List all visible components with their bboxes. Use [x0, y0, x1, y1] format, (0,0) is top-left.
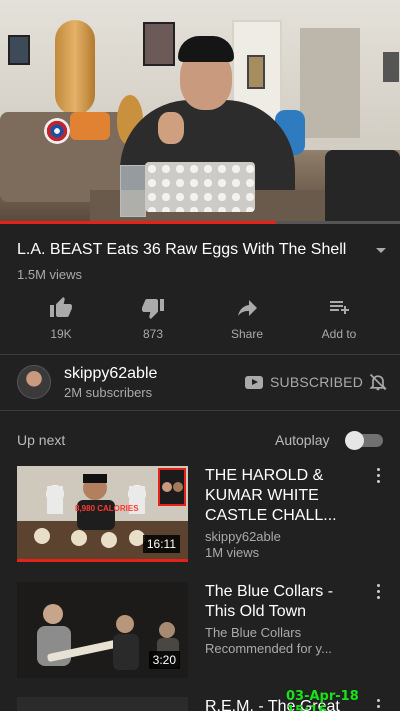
- channel-name[interactable]: skippy62able: [64, 365, 157, 383]
- channel-row: skippy62able 2M subscribers SUBSCRIBED: [0, 356, 400, 410]
- more-options-icon[interactable]: [372, 468, 384, 486]
- thumbs-down-icon: [142, 299, 164, 319]
- action-bar: 19K 873 Share Add to: [0, 296, 400, 344]
- add-to-label: Add to: [321, 327, 357, 341]
- add-to-playlist-icon: [330, 301, 349, 314]
- list-item-views: 1M views: [205, 545, 260, 560]
- timestamp-overlay: 03-Apr-18 15:16: [286, 689, 359, 711]
- subscribed-button[interactable]: SUBSCRIBED: [245, 373, 363, 391]
- list-item-title: THE HAROLD & KUMAR WHITE CASTLE CHALL...: [205, 467, 337, 524]
- share-label: Share: [230, 327, 264, 341]
- divider: [0, 354, 400, 355]
- video-progress-fill: [0, 221, 276, 224]
- subscriber-count: 2M subscribers: [64, 385, 153, 400]
- list-item[interactable]: 3:20 The Blue Collars - This Old Town Th…: [0, 582, 400, 682]
- list-item[interactable]: 8,980 CALORIES 16:11 THE HAROLD & KUMAR …: [0, 466, 400, 566]
- video-thumbnail[interactable]: [17, 697, 188, 711]
- video-progress-bar[interactable]: [0, 221, 400, 224]
- thumbnail-caption: 8,980 CALORIES: [75, 504, 139, 513]
- subscribed-label: SUBSCRIBED: [270, 374, 364, 390]
- video-player[interactable]: [0, 0, 400, 222]
- video-title: L.A. BEAST Eats 36 Raw Eggs With The She…: [17, 241, 347, 258]
- video-thumbnail[interactable]: 8,980 CALORIES 16:11: [17, 466, 188, 562]
- video-title-row[interactable]: L.A. BEAST Eats 36 Raw Eggs With The She…: [17, 240, 387, 260]
- share-icon: [238, 300, 257, 316]
- divider: [0, 410, 400, 411]
- autoplay-label: Autoplay: [275, 432, 330, 448]
- youtube-logo-icon: [245, 375, 263, 389]
- video-duration: 16:11: [142, 535, 180, 553]
- share-button[interactable]: Share: [207, 296, 287, 341]
- add-to-button[interactable]: Add to: [299, 296, 379, 341]
- more-options-icon[interactable]: [372, 584, 384, 602]
- list-item-channel: The Blue Collars: [205, 625, 302, 640]
- video-duration: 3:20: [148, 651, 180, 669]
- list-item-reason: Recommended for y...: [205, 641, 332, 656]
- watched-progress-bar: [17, 559, 188, 562]
- dislike-button[interactable]: 873: [113, 296, 193, 341]
- view-count: 1.5M views: [17, 267, 83, 282]
- like-button[interactable]: 19K: [21, 296, 101, 341]
- up-next-label: Up next: [17, 432, 66, 448]
- list-item-title: The Blue Collars - This Old Town: [205, 583, 334, 620]
- video-thumbnail[interactable]: 3:20: [17, 582, 188, 678]
- like-count: 19K: [50, 327, 72, 341]
- expand-chevron-icon[interactable]: [375, 240, 387, 260]
- thumbs-up-icon: [50, 297, 72, 317]
- list-item-channel: skippy62able: [205, 529, 281, 544]
- autoplay-toggle[interactable]: [345, 431, 383, 450]
- notification-bell-off-icon[interactable]: [368, 371, 388, 393]
- autoplay-toggle-knob: [345, 431, 364, 450]
- dislike-count: 873: [142, 327, 164, 341]
- channel-avatar[interactable]: [17, 365, 51, 399]
